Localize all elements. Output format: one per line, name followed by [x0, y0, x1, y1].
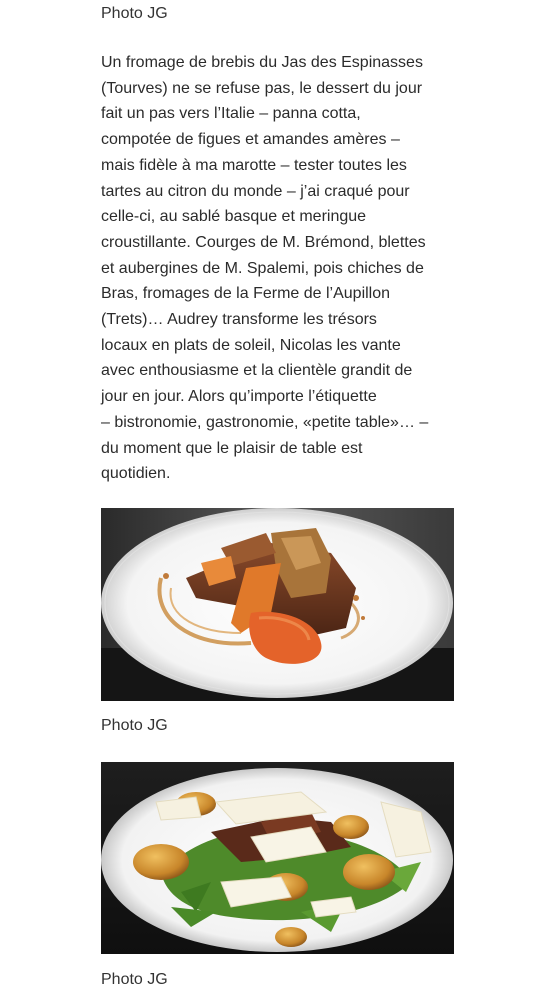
photo-caption-top: Photo JG [101, 5, 168, 22]
food-photo-meat-dish-image [101, 508, 454, 701]
paragraph-line: – bistronomie, gastronomie, «petite tabl… [101, 413, 429, 431]
paragraph-line: fait un pas vers l’Italie – panna cotta, [101, 105, 361, 123]
paragraph-line: avec enthousiasme et la clientèle grandi… [101, 362, 413, 380]
paragraph-line: quotidien. [101, 465, 171, 483]
paragraph-line: du moment que le plaisir de table est [101, 439, 363, 457]
paragraph-line: jour en jour. Alors qu’importe l’étiquet… [101, 388, 377, 406]
food-photo-meat-dish [101, 508, 454, 701]
paragraph-line: Un fromage de brebis du Jas des Espinass… [101, 54, 423, 71]
paragraph-line: mais fidèle à ma marotte – tester toutes… [101, 156, 407, 174]
paragraph-line: Bras, fromages de la Ferme de l’Aupillon [101, 285, 391, 303]
food-photo-salad-dish [101, 762, 454, 954]
paragraph-line: croustillante. Courges de M. Brémond, bl… [101, 233, 426, 251]
photo-caption-bottom: Photo JG [101, 971, 168, 988]
food-photo-salad-dish-image [101, 762, 454, 954]
paragraph-line: celle-ci, au sablé basque et meringue [101, 208, 367, 226]
paragraph-line: tartes au citron du monde – j’ai craqué … [101, 182, 410, 200]
paragraph-line: compotée de figues et amandes amères – [101, 131, 400, 149]
paragraph-line: (Tourves) ne se refuse pas, le dessert d… [101, 79, 423, 97]
paragraph-line: (Trets)… Audrey transforme les trésors [101, 311, 377, 329]
photo-caption-middle: Photo JG [101, 717, 168, 734]
article-paragraph: Un fromage de brebis du Jas des Espinass… [101, 50, 461, 487]
paragraph-line: locaux en plats de soleil, Nicolas les v… [101, 336, 401, 354]
paragraph-line: et aubergines de M. Spalemi, pois chiche… [101, 259, 424, 277]
